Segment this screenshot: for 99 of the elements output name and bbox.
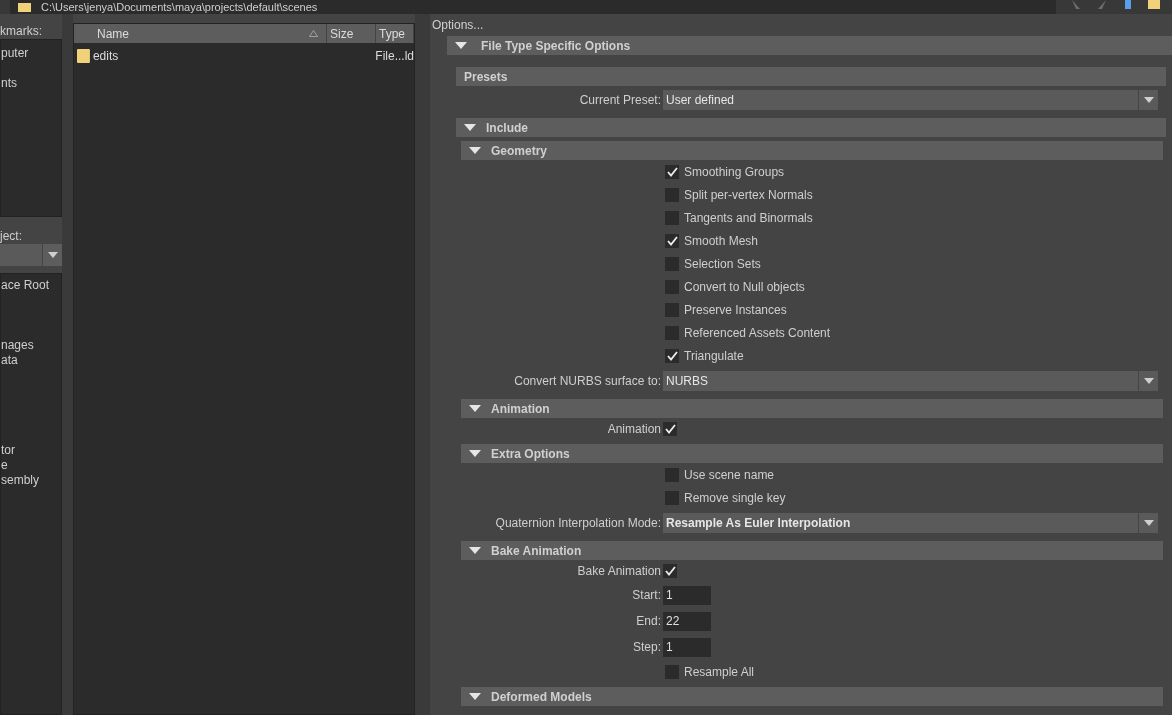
tree-item[interactable]: ata bbox=[1, 353, 18, 368]
checkbox[interactable] bbox=[665, 279, 679, 294]
section-header[interactable]: Animation bbox=[461, 399, 1163, 418]
checkbox-label: Convert to Null objects bbox=[684, 278, 805, 296]
option-label: Animation bbox=[607, 422, 661, 436]
arrow-icon[interactable] bbox=[1070, 0, 1082, 9]
checkbox[interactable] bbox=[663, 564, 677, 578]
checkbox-label: Smoothing Groups bbox=[684, 163, 785, 181]
column-header[interactable]: Size bbox=[327, 24, 376, 43]
column-header[interactable]: Name bbox=[74, 24, 327, 43]
checkbox[interactable] bbox=[665, 325, 679, 340]
check-icon bbox=[666, 235, 678, 246]
option-label: End: bbox=[636, 614, 661, 628]
expanded-triangle-icon[interactable] bbox=[469, 146, 481, 155]
tree-item[interactable]: nages bbox=[1, 338, 34, 353]
option-label: Quaternion Interpolation Mode: bbox=[495, 516, 661, 530]
options-title: Options... bbox=[432, 17, 485, 30]
project-label: ject: bbox=[0, 228, 23, 241]
path-text: C:\Users\jenya\Documents\maya\projects\default\scenes bbox=[41, 0, 318, 14]
section-title: Animation bbox=[491, 400, 550, 418]
path-field[interactable]: C:\Users\jenya\Documents\maya\projects\default\scenes bbox=[10, 0, 1056, 14]
section-header[interactable]: File Type Specific Options bbox=[447, 36, 1172, 55]
dropdown-value: NURBS bbox=[666, 373, 709, 390]
checkbox-label: Remove single key bbox=[684, 489, 786, 507]
option-label: Bake Animation bbox=[577, 564, 661, 578]
checkbox[interactable] bbox=[663, 422, 677, 436]
checkbox[interactable] bbox=[665, 490, 679, 505]
section-header[interactable]: Deformed Models bbox=[461, 687, 1163, 706]
tree-item[interactable]: ace Root bbox=[1, 278, 50, 293]
checkbox[interactable] bbox=[665, 348, 679, 363]
check-icon bbox=[666, 350, 678, 361]
caret-icon bbox=[1143, 520, 1154, 526]
bookmark-icon[interactable] bbox=[1122, 0, 1134, 9]
checkbox-label: Smooth Mesh bbox=[684, 232, 759, 250]
option-label: Convert NURBS surface to: bbox=[514, 374, 661, 388]
expanded-triangle-icon[interactable] bbox=[469, 546, 481, 555]
dropdown-value: User defined bbox=[666, 92, 736, 109]
section-header[interactable]: Presets bbox=[456, 67, 1166, 86]
section-header[interactable]: Geometry bbox=[461, 141, 1163, 160]
file-name[interactable]: edits bbox=[92, 47, 376, 65]
section-title: Presets bbox=[464, 68, 508, 86]
section-title: Include bbox=[486, 119, 528, 137]
checkbox-label: Triangulate bbox=[684, 347, 744, 365]
checkbox[interactable] bbox=[665, 302, 679, 317]
file-type: File...ld bbox=[375, 48, 414, 65]
checkbox[interactable] bbox=[665, 210, 679, 225]
section-header[interactable]: Extra Options bbox=[461, 444, 1163, 463]
arrow-icon[interactable] bbox=[1096, 0, 1108, 9]
checkbox-label: Preserve Instances bbox=[684, 301, 787, 319]
expanded-triangle-icon[interactable] bbox=[469, 692, 481, 701]
dropdown[interactable]: User defined bbox=[663, 90, 1158, 110]
number-field[interactable]: 1 bbox=[663, 585, 711, 605]
checkbox[interactable] bbox=[665, 467, 679, 482]
project-dropdown[interactable] bbox=[0, 244, 62, 266]
checkbox[interactable] bbox=[665, 233, 679, 248]
expanded-triangle-icon[interactable] bbox=[464, 123, 476, 132]
expanded-triangle-icon[interactable] bbox=[455, 41, 467, 50]
check-icon bbox=[666, 166, 678, 177]
bookmarks-label: kmarks: bbox=[0, 23, 43, 36]
section-title: Deformed Models bbox=[491, 688, 592, 706]
bookmark-item[interactable]: puter bbox=[1, 44, 61, 59]
tree-item[interactable]: sembly bbox=[1, 473, 39, 488]
checkbox-label: Tangents and Binormals bbox=[684, 209, 813, 227]
column-header[interactable]: Type bbox=[376, 24, 414, 43]
section-title: Geometry bbox=[491, 142, 548, 160]
check-icon bbox=[664, 566, 676, 576]
number-field[interactable]: 1 bbox=[663, 637, 711, 657]
checkbox[interactable] bbox=[665, 664, 679, 679]
section-header[interactable]: Bake Animation bbox=[461, 541, 1163, 560]
checkbox-label: Referenced Assets Content bbox=[684, 324, 831, 342]
caret-icon bbox=[47, 252, 58, 258]
caret-icon bbox=[1143, 97, 1154, 103]
dropdown[interactable]: NURBS bbox=[663, 371, 1158, 391]
checkbox[interactable] bbox=[665, 187, 679, 202]
section-header[interactable]: Include bbox=[456, 118, 1166, 137]
section-title: Extra Options bbox=[491, 445, 570, 463]
expanded-triangle-icon[interactable] bbox=[469, 404, 481, 413]
section-title: File Type Specific Options bbox=[481, 37, 631, 55]
caret-icon bbox=[1143, 378, 1154, 384]
dropdown-value: Resample As Euler Interpolation bbox=[666, 515, 852, 532]
option-label: Step: bbox=[632, 640, 661, 654]
checkbox-label: Selection Sets bbox=[684, 255, 761, 273]
tree-item[interactable]: tor bbox=[1, 443, 15, 458]
bookmark-item[interactable]: nts bbox=[1, 74, 61, 89]
check-icon bbox=[664, 424, 676, 434]
option-label: Start: bbox=[632, 588, 661, 602]
expanded-triangle-icon[interactable] bbox=[469, 449, 481, 458]
checkbox-label: Split per-vertex Normals bbox=[684, 186, 813, 204]
section-title: Bake Animation bbox=[491, 542, 582, 560]
dropdown[interactable]: Resample As Euler Interpolation bbox=[663, 513, 1158, 533]
checkbox-label: Resample All bbox=[684, 663, 755, 681]
checkbox[interactable] bbox=[665, 164, 679, 179]
tree-item[interactable]: e bbox=[1, 458, 8, 473]
folder-icon bbox=[18, 2, 31, 12]
number-field[interactable]: 22 bbox=[663, 611, 711, 631]
option-label: Current Preset: bbox=[579, 93, 661, 107]
checkbox-label: Use scene name bbox=[684, 466, 775, 484]
folder-icon bbox=[77, 49, 90, 63]
checkbox[interactable] bbox=[665, 256, 679, 271]
